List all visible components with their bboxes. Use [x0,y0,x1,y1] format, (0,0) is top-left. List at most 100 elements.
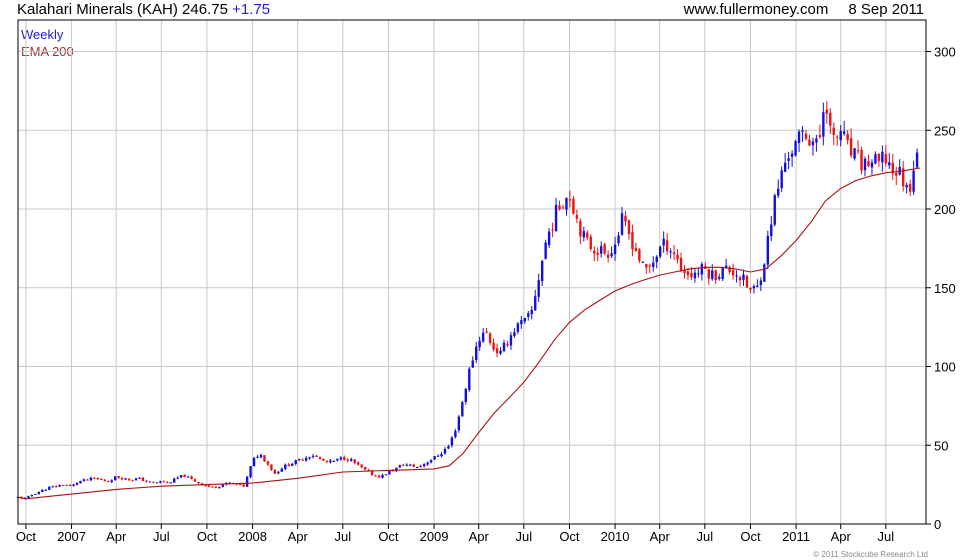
candle-body [100,479,103,481]
x-axis: Oct 2007 Apr Jul Oct 2008 Apr Jul Oct 2009 Apr Jul O… [16,524,894,544]
candle-body [86,479,89,481]
candle-body [204,485,207,487]
candle-body [513,332,516,337]
y-axis: 0 50 100 150 200 250 300 [926,45,956,532]
candle [117,475,120,479]
x-tick-label: Apr [288,529,309,544]
candle-body [478,340,481,348]
candle [617,231,620,246]
candle-body [842,131,846,134]
candle [127,478,131,482]
candle [648,263,651,274]
candle-body [603,244,606,254]
candle-body [752,285,756,289]
candle-body [75,482,79,485]
candle [641,261,645,263]
candle-body [773,195,776,225]
candle-body [169,482,172,484]
candle [856,140,860,154]
candle [419,464,422,468]
candle [315,454,318,458]
candle-body [294,460,297,465]
candle-body [207,485,211,487]
candle-body [311,455,315,457]
candle-body [384,474,388,476]
candle [280,467,284,472]
candle [183,474,186,478]
candle [166,481,169,484]
candle [818,124,822,139]
candle-body [652,262,655,267]
candle-body [777,188,780,196]
candle-body [93,478,96,480]
candle-body [273,469,277,474]
candle-body [648,265,651,267]
candle [176,476,179,480]
candle-body [554,205,558,232]
candle [742,269,745,286]
candle [575,209,579,224]
candle [134,477,138,481]
candle [242,483,245,488]
candle-body [179,475,183,478]
candle [721,266,724,282]
candle-body [426,462,429,465]
candle-body [159,481,162,483]
candle-body [360,464,363,468]
candle [693,268,697,283]
candle-body [214,486,218,489]
candle [249,466,252,479]
candle-body [915,152,919,168]
candle-body [291,463,294,466]
candle-body [301,459,304,461]
candle-body [863,158,867,171]
candle-body [499,350,502,354]
candle [495,343,499,358]
x-tick-label: Apr [650,529,671,544]
candle-body [665,240,669,252]
candle [343,455,346,461]
candle [65,484,68,487]
candle [308,456,311,461]
candle [426,461,429,466]
candle [263,455,266,462]
candle [853,148,856,161]
candle-body [568,199,572,201]
candle [443,447,447,455]
candle-body [61,485,65,487]
candle-body [544,242,547,259]
y-tick-label: 250 [934,123,956,138]
candle [148,481,152,483]
candle [624,210,627,227]
candle [658,245,662,259]
candle [572,195,575,215]
candle [197,481,200,484]
y-tick-label: 300 [934,45,956,60]
candle [606,250,610,263]
candle [103,479,106,482]
candle [454,428,457,439]
candle-body [377,475,381,478]
candle [218,486,221,489]
candle-body [186,476,190,478]
candle [832,122,835,145]
candle [294,459,297,466]
candle [801,125,804,142]
candle [665,233,669,255]
candle [766,230,770,270]
candle [565,197,568,216]
candle [468,367,471,392]
candle-body [287,464,290,466]
candle [849,128,853,158]
candle [238,483,242,486]
candle [402,463,405,467]
candle [96,477,100,480]
candle [363,466,367,471]
candle-body [308,457,311,459]
candle [131,479,134,482]
candle [842,120,846,136]
candle-body [690,272,693,278]
candle [603,242,606,256]
candle [412,463,415,468]
candle [915,148,919,169]
